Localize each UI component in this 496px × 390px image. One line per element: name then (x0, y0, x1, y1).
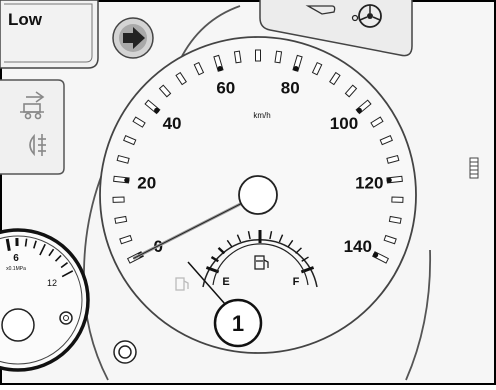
warning-lamp-icon (60, 312, 72, 324)
right-arrow-indicator-icon (113, 18, 153, 58)
fuel-empty-label: E (222, 276, 229, 288)
air-pressure-gauge-hub (2, 309, 34, 341)
speedometer: 020406080100120140 km/h (100, 37, 416, 353)
air-pressure-unit-label: x0.1MPa (6, 266, 26, 272)
left-switch-panel (0, 80, 64, 174)
minor-tick (275, 51, 282, 63)
speed-scale-label: 40 (163, 114, 182, 133)
speedometer-hub (239, 176, 277, 214)
major-tick-mark (387, 178, 392, 183)
callout-number: 1 (232, 311, 244, 336)
minor-tick (234, 51, 241, 63)
major-tick-mark (357, 108, 362, 113)
speed-scale-label: 80 (281, 79, 300, 98)
right-edge-connector (470, 158, 478, 178)
minor-tick (256, 50, 261, 61)
air-pressure-tick (7, 239, 9, 251)
minor-tick (113, 197, 124, 202)
speed-scale-label: 60 (216, 79, 235, 98)
minor-tick (392, 197, 403, 202)
low-label: Low (8, 10, 43, 29)
speed-unit-label: km/h (253, 111, 270, 120)
major-tick-mark (293, 66, 298, 71)
diagram-canvas: Low (0, 0, 496, 385)
fuel-full-label: F (293, 276, 300, 288)
air-pressure-value-label: 6 (13, 253, 19, 264)
major-tick-mark (154, 108, 159, 113)
major-tick-mark (373, 252, 378, 257)
speed-scale-label: 120 (355, 173, 383, 192)
round-knob-icon (114, 341, 136, 363)
air-pressure-tick (26, 239, 27, 247)
speed-scale-label: 100 (330, 114, 358, 133)
air-pressure-max-label: 12 (47, 278, 57, 288)
major-tick-mark (124, 178, 129, 183)
major-tick-mark (217, 66, 222, 71)
instrument-cluster-diagram: Low (0, 0, 496, 385)
speed-scale-label: 140 (344, 237, 372, 256)
speed-scale-label: 20 (137, 173, 156, 192)
